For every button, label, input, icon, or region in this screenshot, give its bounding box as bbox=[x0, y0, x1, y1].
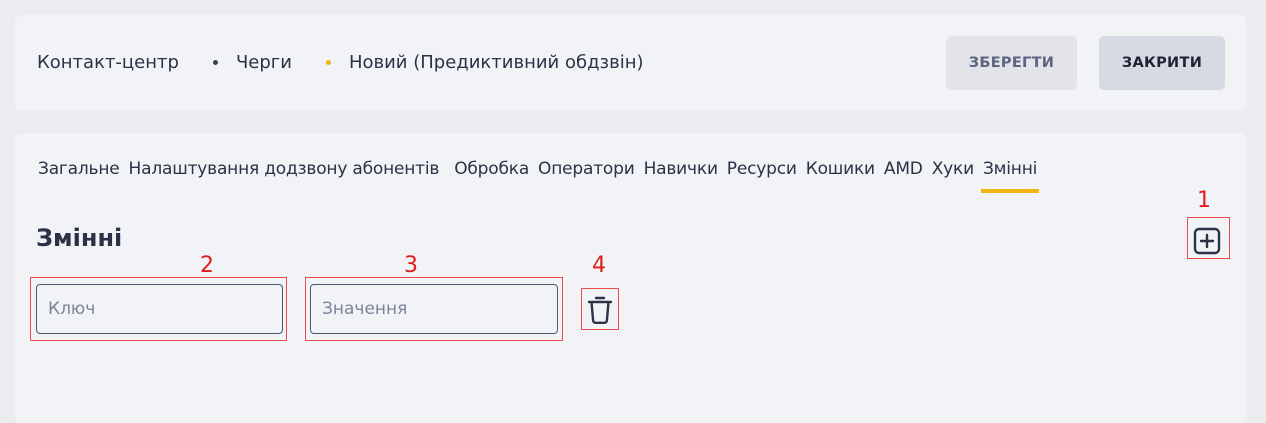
annotation-box-3 bbox=[305, 277, 563, 341]
annotation-label-2: 2 bbox=[200, 253, 214, 278]
annotation-label-3: 3 bbox=[404, 253, 418, 278]
breadcrumb: Контакт-центр Черги Новий (Предиктивний … bbox=[37, 50, 644, 74]
breadcrumb-item-queues[interactable]: Черги bbox=[236, 52, 292, 73]
annotation-box-4 bbox=[581, 288, 619, 330]
tab-variables[interactable]: Змінні bbox=[980, 159, 1040, 193]
breadcrumb-item-current: Новий (Предиктивний обдзвін) bbox=[348, 51, 644, 73]
annotation-box-2 bbox=[30, 277, 287, 341]
annotation-label-4: 4 bbox=[592, 253, 606, 278]
tab-dial-settings[interactable]: Налаштування додзвону абонентів bbox=[129, 159, 440, 193]
close-button[interactable]: ЗАКРИТИ bbox=[1099, 36, 1225, 90]
annotation-label-1: 1 bbox=[1197, 188, 1211, 213]
tab-baskets[interactable]: Кошики bbox=[806, 159, 875, 193]
breadcrumb-separator bbox=[212, 59, 218, 65]
save-button[interactable]: ЗБЕРЕГТИ bbox=[946, 36, 1077, 90]
section-title: Змінні bbox=[36, 224, 123, 252]
tab-general[interactable]: Загальне bbox=[38, 159, 120, 193]
annotation-box-1 bbox=[1187, 217, 1230, 259]
page-header: Контакт-центр Черги Новий (Предиктивний … bbox=[15, 15, 1246, 110]
tab-bar: Загальне Налаштування додзвону абонентів… bbox=[38, 159, 1046, 193]
tab-skills[interactable]: Навички bbox=[644, 159, 718, 193]
tab-hooks[interactable]: Хуки bbox=[932, 159, 974, 193]
tab-resources[interactable]: Ресурси bbox=[727, 159, 797, 193]
tab-operators[interactable]: Оператори bbox=[538, 159, 635, 193]
tab-processing[interactable]: Обробка bbox=[454, 159, 529, 193]
breadcrumb-item-contact-center[interactable]: Контакт-центр bbox=[37, 52, 179, 73]
breadcrumb-separator-current bbox=[325, 59, 331, 65]
tab-amd[interactable]: AMD bbox=[884, 159, 923, 193]
